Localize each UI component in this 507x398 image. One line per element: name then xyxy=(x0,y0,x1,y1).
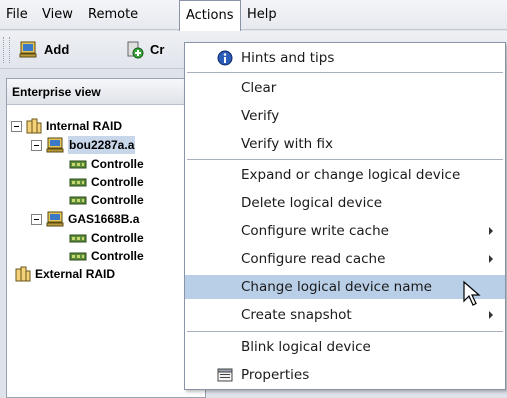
menu-item-clear[interactable]: Clear xyxy=(185,76,505,100)
tree-item-controller[interactable]: Controlle xyxy=(69,229,144,247)
controller-icon xyxy=(69,178,87,187)
create-icon xyxy=(127,41,144,59)
controller-icon xyxy=(69,196,87,205)
menu-item-verify-with-fix[interactable]: Verify with fix xyxy=(185,132,505,156)
hints-icon xyxy=(217,50,233,66)
menu-separator xyxy=(187,72,503,73)
actions-dropdown-menu: Hints and tips Clear Verify Verify with … xyxy=(184,42,506,390)
menu-view[interactable]: View xyxy=(36,0,79,30)
controller-icon xyxy=(69,234,87,243)
tree-item-system-2[interactable]: GAS1668B.a xyxy=(31,210,139,228)
menu-separator xyxy=(187,331,503,332)
tree-item-controller[interactable]: Controlle xyxy=(69,247,144,265)
submenu-arrow-icon xyxy=(489,227,493,235)
menu-bar: File View Remote Actions Help xyxy=(0,0,507,31)
menu-item-verify[interactable]: Verify xyxy=(185,104,505,128)
menu-actions[interactable]: Actions xyxy=(179,0,241,31)
server-icon xyxy=(46,137,64,153)
collapse-toggle[interactable] xyxy=(31,139,42,151)
enterprise-view-panel: Enterprise view Internal RAID bou2287a.a… xyxy=(6,78,206,398)
submenu-arrow-icon xyxy=(489,311,493,319)
menu-item-hints-and-tips[interactable]: Hints and tips xyxy=(185,46,505,70)
collapse-toggle[interactable] xyxy=(31,213,42,225)
menu-item-change-logical-device-name[interactable]: Change logical device name xyxy=(185,275,505,299)
tree-item-controller[interactable]: Controlle xyxy=(69,155,144,173)
menu-item-delete-logical-device[interactable]: Delete logical device xyxy=(185,191,505,215)
panel-title: Enterprise view xyxy=(7,79,205,105)
raid-icon xyxy=(15,266,31,282)
menu-item-properties[interactable]: Properties xyxy=(185,363,505,387)
properties-icon xyxy=(217,367,233,383)
menu-item-expand-or-change[interactable]: Expand or change logical device xyxy=(185,163,505,187)
add-button[interactable]: Add xyxy=(18,38,69,62)
tree-item-controller[interactable]: Controlle xyxy=(69,191,144,209)
tree-item-external-raid[interactable]: External RAID xyxy=(15,265,115,283)
server-icon xyxy=(46,211,64,227)
menu-item-create-snapshot[interactable]: Create snapshot xyxy=(185,303,505,327)
mouse-cursor-icon xyxy=(463,280,481,306)
submenu-arrow-icon xyxy=(489,255,493,263)
create-button[interactable]: Cr xyxy=(126,38,164,62)
menu-remote[interactable]: Remote xyxy=(82,0,144,30)
menu-file[interactable]: File xyxy=(0,0,34,30)
tree-item-system-1[interactable]: bou2287a.a xyxy=(31,136,136,154)
menu-separator xyxy=(187,159,503,160)
collapse-toggle[interactable] xyxy=(11,120,22,132)
raid-icon xyxy=(26,118,42,134)
add-icon xyxy=(19,41,37,58)
tree-item-internal-raid[interactable]: Internal RAID xyxy=(11,117,122,135)
menu-help[interactable]: Help xyxy=(241,0,283,30)
tree-item-controller[interactable]: Controlle xyxy=(69,173,144,191)
toolbar-grip[interactable] xyxy=(3,37,10,63)
menu-item-blink-logical-device[interactable]: Blink logical device xyxy=(185,335,505,359)
controller-icon xyxy=(69,160,87,169)
menu-item-configure-read-cache[interactable]: Configure read cache xyxy=(185,247,505,271)
controller-icon xyxy=(69,252,87,261)
menu-item-configure-write-cache[interactable]: Configure write cache xyxy=(185,219,505,243)
